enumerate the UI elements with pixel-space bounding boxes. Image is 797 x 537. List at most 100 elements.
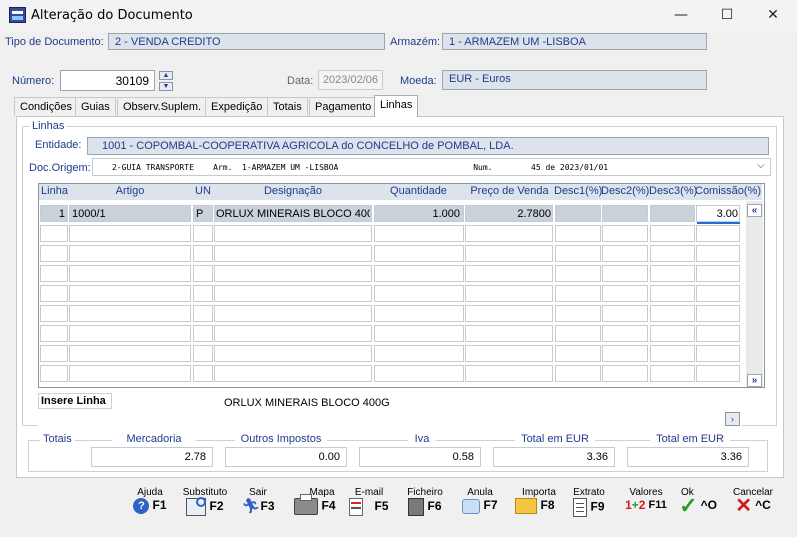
substituto-button[interactable]: Substituto F2 (181, 487, 229, 533)
grid-cell[interactable] (696, 285, 740, 302)
grid-cell[interactable] (555, 325, 601, 342)
grid-cell[interactable] (40, 305, 68, 322)
doc-origem-select[interactable]: 2-GUIA TRANSPORTE Arm. 1-ARMAZEM UM -LIS… (92, 158, 771, 176)
grid-cell[interactable] (602, 265, 648, 282)
grid-cell[interactable] (69, 265, 191, 282)
grid-cell[interactable] (465, 325, 553, 342)
col-header-preco[interactable]: Preço de Venda (466, 185, 553, 197)
grid-cell[interactable] (40, 245, 68, 262)
grid-cell[interactable] (650, 365, 695, 382)
cell-quantidade[interactable]: 1.000 (376, 208, 460, 222)
grid-cell[interactable] (193, 285, 213, 302)
grid-cell[interactable] (374, 345, 464, 362)
grid-cell[interactable] (374, 285, 464, 302)
grid-cell[interactable] (193, 365, 213, 382)
grid-cell[interactable] (40, 265, 68, 282)
grid-cell[interactable] (193, 345, 213, 362)
numero-input[interactable]: 30109 (60, 70, 155, 91)
grid-cell[interactable] (602, 365, 648, 382)
col-header-comissao[interactable]: Comissão(%) (695, 185, 761, 197)
cell-comissao[interactable]: 3.00 (698, 208, 738, 222)
grid-cell[interactable] (214, 345, 372, 362)
entidade-field[interactable]: 1001 - COPOMBAL-COOPERATIVA AGRICOLA do … (87, 137, 769, 155)
grid-cell[interactable] (696, 365, 740, 382)
grid-cell[interactable] (465, 265, 553, 282)
tab-pagamento[interactable]: Pagamento (309, 97, 378, 116)
cell-preco[interactable]: 2.7800 (468, 208, 551, 222)
data-field[interactable]: 2023/02/06 (318, 70, 383, 90)
grid-cell[interactable] (214, 365, 372, 382)
grid-cell[interactable] (69, 225, 191, 242)
grid-cell[interactable] (214, 285, 372, 302)
grid-cell[interactable] (214, 305, 372, 322)
horizontal-scrollbar[interactable] (38, 412, 742, 426)
col-header-quantidade[interactable]: Quantidade (374, 185, 463, 197)
grid-cell[interactable] (602, 225, 648, 242)
armazem-field[interactable]: 1 - ARMAZEM UM -LISBOA (442, 33, 707, 50)
grid-cell[interactable] (69, 305, 191, 322)
scroll-up-button[interactable]: « (747, 204, 762, 217)
grid-cell[interactable] (696, 225, 740, 242)
col-header-desc3[interactable]: Desc3(%) (649, 185, 697, 197)
grid-cell[interactable] (374, 305, 464, 322)
moeda-field[interactable]: EUR - Euros (442, 70, 707, 90)
grid-cell[interactable] (69, 365, 191, 382)
col-header-designacao[interactable]: Designação (214, 185, 372, 197)
mapa-button[interactable]: Mapa F4 (289, 487, 341, 533)
tab-linhas[interactable]: Linhas (374, 95, 419, 117)
grid-cell[interactable] (650, 245, 695, 262)
numero-down-button[interactable]: ▼ (159, 82, 173, 91)
scroll-down-button[interactable]: » (747, 374, 762, 387)
grid-cell[interactable] (602, 345, 648, 362)
grid-cell[interactable] (602, 205, 648, 222)
grid-cell[interactable] (214, 265, 372, 282)
grid-cell[interactable] (650, 285, 695, 302)
grid-cell[interactable] (69, 285, 191, 302)
cell-un[interactable]: P (196, 208, 210, 222)
minimize-button[interactable]: — (658, 0, 704, 32)
grid-cell[interactable] (696, 345, 740, 362)
grid-cell[interactable] (696, 325, 740, 342)
grid-cell[interactable] (465, 305, 553, 322)
grid-cell[interactable] (40, 325, 68, 342)
grid-cell[interactable] (555, 365, 601, 382)
grid-cell[interactable] (555, 265, 601, 282)
col-header-un[interactable]: UN (193, 185, 213, 197)
tab-totais[interactable]: Totais (267, 97, 308, 116)
cancelar-button[interactable]: Cancelar ✕ ^C (728, 487, 778, 533)
grid-cell[interactable] (374, 265, 464, 282)
grid-cell[interactable] (374, 245, 464, 262)
numero-up-button[interactable]: ▲ (159, 71, 173, 80)
email-button[interactable]: E-mail F5 (345, 487, 393, 533)
grid-cell[interactable] (555, 285, 601, 302)
close-button[interactable]: ✕ (750, 0, 796, 32)
grid-cell[interactable] (193, 305, 213, 322)
cell-artigo[interactable]: 1000/1 (72, 208, 188, 222)
grid-cell[interactable] (555, 345, 601, 362)
tab-expedicao[interactable]: Expedição (205, 97, 269, 116)
grid-cell[interactable] (602, 325, 648, 342)
grid-cell[interactable] (555, 305, 601, 322)
tab-condicoes[interactable]: Condições (14, 97, 78, 116)
grid-cell[interactable] (465, 285, 553, 302)
chevron-right-icon[interactable]: › (725, 412, 740, 426)
grid-cell[interactable] (555, 245, 601, 262)
grid-cell[interactable] (696, 305, 740, 322)
col-header-linha[interactable]: Linha (40, 185, 69, 197)
anula-button[interactable]: Anula F7 (458, 487, 502, 533)
grid-cell[interactable] (374, 365, 464, 382)
grid-cell[interactable] (602, 245, 648, 262)
grid-cell[interactable] (69, 325, 191, 342)
grid-cell[interactable] (465, 345, 553, 362)
importa-button[interactable]: Importa F8 (510, 487, 560, 533)
grid-cell[interactable] (40, 225, 68, 242)
grid-cell[interactable] (465, 225, 553, 242)
grid-cell[interactable] (650, 325, 695, 342)
grid-cell[interactable] (650, 205, 695, 222)
grid-cell[interactable] (40, 365, 68, 382)
grid-cell[interactable] (555, 225, 601, 242)
maximize-button[interactable]: ☐ (704, 0, 750, 32)
grid-cell[interactable] (696, 265, 740, 282)
chevron-down-icon[interactable]: ⌵ (757, 160, 765, 171)
grid-cell[interactable] (555, 205, 601, 222)
